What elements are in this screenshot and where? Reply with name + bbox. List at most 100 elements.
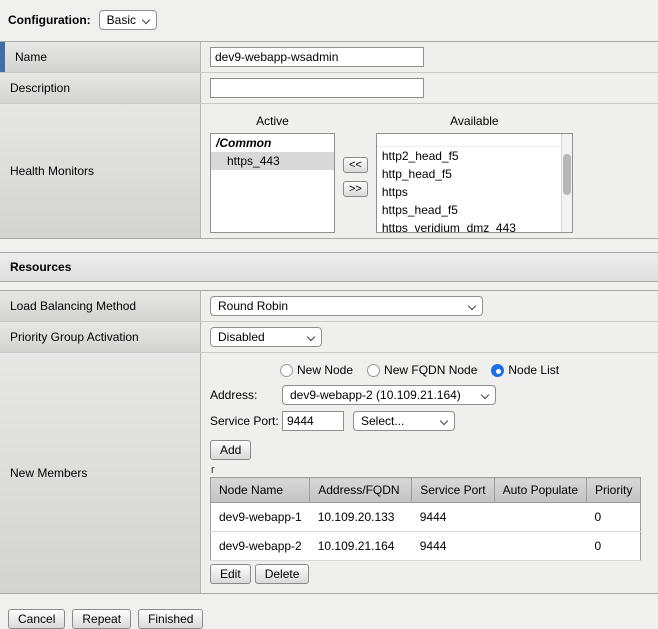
name-label-cell: Name [0, 42, 201, 72]
description-row: Description [0, 73, 658, 104]
priority-group-select[interactable]: Disabled [210, 327, 322, 347]
load-balancing-row: Load Balancing Method Round Robin [0, 291, 658, 322]
member-cell: 9444 [412, 532, 494, 561]
address-label: Address: [210, 388, 282, 402]
active-monitors-listbox[interactable]: /Commonhttps_443 [210, 133, 335, 233]
edit-button[interactable]: Edit [210, 564, 251, 584]
name-label: Name [15, 50, 47, 64]
resources-table: Load Balancing Method Round Robin Priori… [0, 290, 658, 594]
members-table-header: Address/FQDN [310, 478, 412, 503]
add-button[interactable]: Add [210, 440, 251, 460]
member-cell: 0 [587, 503, 641, 532]
member-type-radios: New Node New FQDN Node Node List [280, 363, 559, 377]
service-port-input[interactable] [282, 411, 344, 431]
description-input[interactable] [210, 78, 424, 98]
finished-button[interactable]: Finished [138, 609, 203, 629]
member-cell: dev9-webapp-1 [211, 503, 310, 532]
member-cell [494, 532, 586, 561]
members-table-body: dev9-webapp-110.109.20.1339444 0dev9-weba… [211, 503, 641, 561]
member-type-option-label: Node List [508, 363, 559, 377]
new-members-row: New Members New Node New FQDN Node Node Li… [0, 353, 658, 593]
member-cell: 10.109.21.164 [310, 532, 412, 561]
repeat-button[interactable]: Repeat [72, 609, 131, 629]
new-members-label: New Members [10, 466, 87, 480]
name-value-cell [201, 42, 658, 72]
members-actions: Edit Delete [210, 564, 309, 584]
health-monitors-label: Health Monitors [10, 164, 94, 178]
load-balancing-label: Load Balancing Method [10, 299, 136, 313]
priority-group-row: Priority Group Activation Disabled [0, 322, 658, 353]
members-table-header: Auto Populate [494, 478, 586, 503]
member-cell: 10.109.20.133 [310, 503, 412, 532]
stray-text: r [211, 464, 215, 476]
active-monitors-title: Active [210, 111, 335, 133]
active-monitor-item[interactable]: /Common [211, 134, 334, 152]
active-monitors-column: Active /Commonhttps_443 [210, 111, 335, 233]
new-members-panel: New Node New FQDN Node Node List Address: … [210, 358, 641, 588]
service-port-line: Service Port: Select... [210, 411, 455, 431]
scrollbar-thumb[interactable] [563, 154, 571, 195]
members-table-header-row: Node NameAddress/FQDNService PortAuto Po… [211, 478, 641, 503]
members-table-header: Node Name [211, 478, 310, 503]
load-balancing-value-cell: Round Robin [201, 291, 658, 321]
address-select[interactable]: dev9-webapp-2 (10.109.21.164) [282, 385, 496, 405]
footer-buttons: Cancel Repeat Finished [8, 609, 658, 629]
load-balancing-select[interactable]: Round Robin [210, 296, 483, 316]
health-monitors-row: Health Monitors Active /Commonhttps_443 … [0, 104, 658, 238]
address-line: Address: dev9-webapp-2 (10.109.21.164) [210, 385, 496, 405]
member-type-option[interactable]: Node List [491, 363, 559, 377]
available-monitor-item[interactable]: http2_head_f5 [377, 147, 560, 165]
move-to-available-button[interactable]: >> [343, 181, 368, 197]
radio-selected-icon[interactable] [491, 364, 504, 377]
member-type-option-label: New FQDN Node [384, 363, 477, 377]
available-monitor-item[interactable]: https [377, 183, 560, 201]
active-monitor-item[interactable]: https_443 [211, 152, 334, 170]
available-monitors-listbox[interactable]: http2_head_f5http_head_f5httpshttps_head… [376, 133, 573, 233]
member-type-option[interactable]: New Node [280, 363, 353, 377]
service-port-select[interactable]: Select... [353, 411, 455, 431]
clipped-list-item [377, 134, 560, 147]
member-cell: 9444 [412, 503, 494, 532]
member-row[interactable]: dev9-webapp-210.109.21.16494440 [211, 532, 641, 561]
members-table-header: Service Port [412, 478, 494, 503]
priority-group-label: Priority Group Activation [10, 330, 139, 344]
available-monitors-title: Available [376, 111, 573, 133]
members-table-header: Priority [587, 478, 641, 503]
health-monitors-label-cell: Health Monitors [0, 104, 201, 238]
new-members-value-cell: New Node New FQDN Node Node List Address: … [201, 353, 658, 593]
description-label: Description [10, 81, 70, 95]
available-monitors-scrollbar[interactable] [561, 134, 572, 232]
available-monitor-item[interactable]: http_head_f5 [377, 165, 560, 183]
health-monitors-value-cell: Active /Commonhttps_443 << >> Available … [201, 104, 658, 238]
members-table: Node NameAddress/FQDNService PortAuto Po… [210, 477, 641, 561]
service-port-label: Service Port: [210, 414, 282, 428]
member-type-option[interactable]: New FQDN Node [367, 363, 477, 377]
member-row[interactable]: dev9-webapp-110.109.20.1339444 0 [211, 503, 641, 532]
description-label-cell: Description [0, 73, 201, 103]
priority-group-value-cell: Disabled [201, 322, 658, 352]
health-monitors-picker: Active /Commonhttps_443 << >> Available … [210, 109, 573, 233]
member-type-option-label: New Node [297, 363, 353, 377]
available-monitor-item[interactable]: https_veridium_dmz_443 [377, 219, 560, 233]
available-monitors-items: http2_head_f5http_head_f5httpshttps_head… [377, 134, 572, 233]
monitor-move-buttons: << >> [343, 157, 368, 197]
radio-icon[interactable] [367, 364, 380, 377]
load-balancing-label-cell: Load Balancing Method [0, 291, 201, 321]
move-to-active-button[interactable]: << [343, 157, 368, 173]
configuration-label: Configuration: [8, 13, 91, 27]
priority-group-label-cell: Priority Group Activation [0, 322, 201, 352]
name-input[interactable] [210, 47, 424, 67]
available-monitor-item[interactable]: https_head_f5 [377, 201, 560, 219]
general-properties-table: Name Description Health Monitors Active … [0, 41, 658, 239]
cancel-button[interactable]: Cancel [8, 609, 65, 629]
description-value-cell [201, 73, 658, 103]
member-cell: 0 [587, 532, 641, 561]
configuration-bar: Configuration: Basic [0, 0, 658, 41]
delete-button[interactable]: Delete [255, 564, 310, 584]
radio-icon[interactable] [280, 364, 293, 377]
resources-section-title: Resources [0, 252, 658, 282]
add-button-row: Add [210, 440, 251, 460]
member-cell [494, 503, 586, 532]
available-monitors-column: Available http2_head_f5http_head_f5https… [376, 111, 573, 233]
configuration-select[interactable]: Basic [99, 10, 157, 30]
